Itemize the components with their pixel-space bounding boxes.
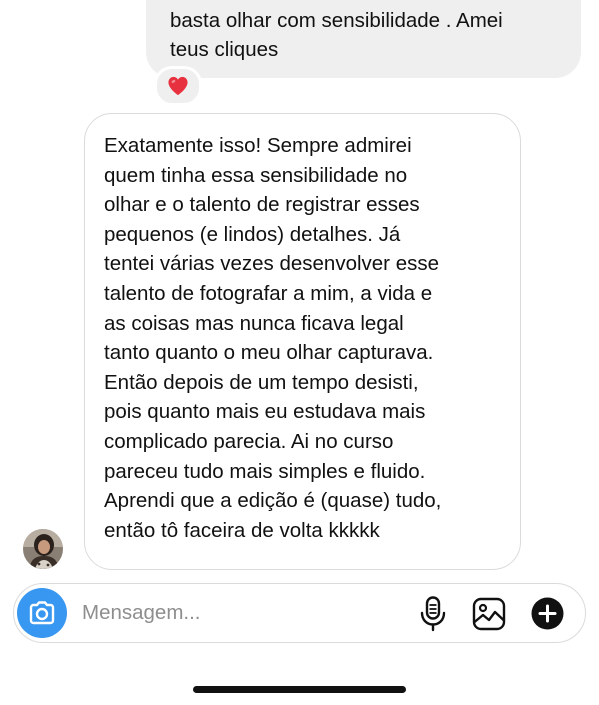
home-indicator[interactable] (193, 686, 406, 693)
received-message-line: complicado parecia. Ai no curso (104, 429, 394, 453)
message-composer (13, 583, 586, 643)
sent-message-bubble[interactable]: basta olhar com sensibilidade . Amei teu… (146, 0, 581, 78)
heart-icon (168, 76, 188, 96)
received-message-line: pequenos (e lindos) detalhes. Já (104, 222, 401, 246)
received-message-line: tentei várias vezes desenvolver esse (104, 252, 440, 276)
sent-message-line: basta olhar com sensibilidade . Amei (170, 9, 503, 32)
gallery-icon (472, 597, 506, 631)
voice-message-button[interactable] (419, 596, 447, 632)
sent-message-line: teus cliques (170, 38, 279, 61)
received-message-line: Exatamente isso! Sempre admirei (104, 134, 412, 157)
avatar-image (23, 529, 63, 569)
received-message-line: Aprendi que a edição é (quase) tudo, (104, 489, 442, 513)
received-message-line: pois quanto mais eu estudava mais (104, 400, 426, 424)
received-message-line: as coisas mas nunca ficava legal (104, 311, 404, 335)
received-message-line: talento de fotografar a mim, a vida e (104, 281, 433, 305)
received-message-line: quem tinha essa sensibilidade no (104, 163, 408, 187)
camera-icon (29, 601, 55, 625)
received-message-line: Então depois de um tempo desisti, (104, 370, 419, 394)
microphone-icon (420, 596, 446, 632)
received-message-line: olhar e o talento de registrar esses (104, 193, 420, 217)
heart-reaction[interactable] (154, 66, 202, 106)
more-options-button[interactable] (531, 597, 564, 630)
dm-thread-screen: basta olhar com sensibilidade . Amei teu… (0, 0, 599, 705)
gallery-button[interactable] (472, 597, 506, 631)
plus-icon (531, 597, 564, 630)
received-message-line: pareceu tudo mais simples e fluido. (104, 459, 426, 483)
message-input[interactable] (82, 598, 402, 628)
received-message-line: tanto quanto o meu olhar capturava. (104, 341, 434, 365)
sender-avatar[interactable] (23, 529, 63, 569)
received-message-bubble[interactable]: Exatamente isso! Sempre admirei quem tin… (84, 113, 521, 570)
camera-button[interactable] (17, 588, 67, 638)
received-message-line: então tô faceira de volta kkkkk (104, 518, 380, 542)
